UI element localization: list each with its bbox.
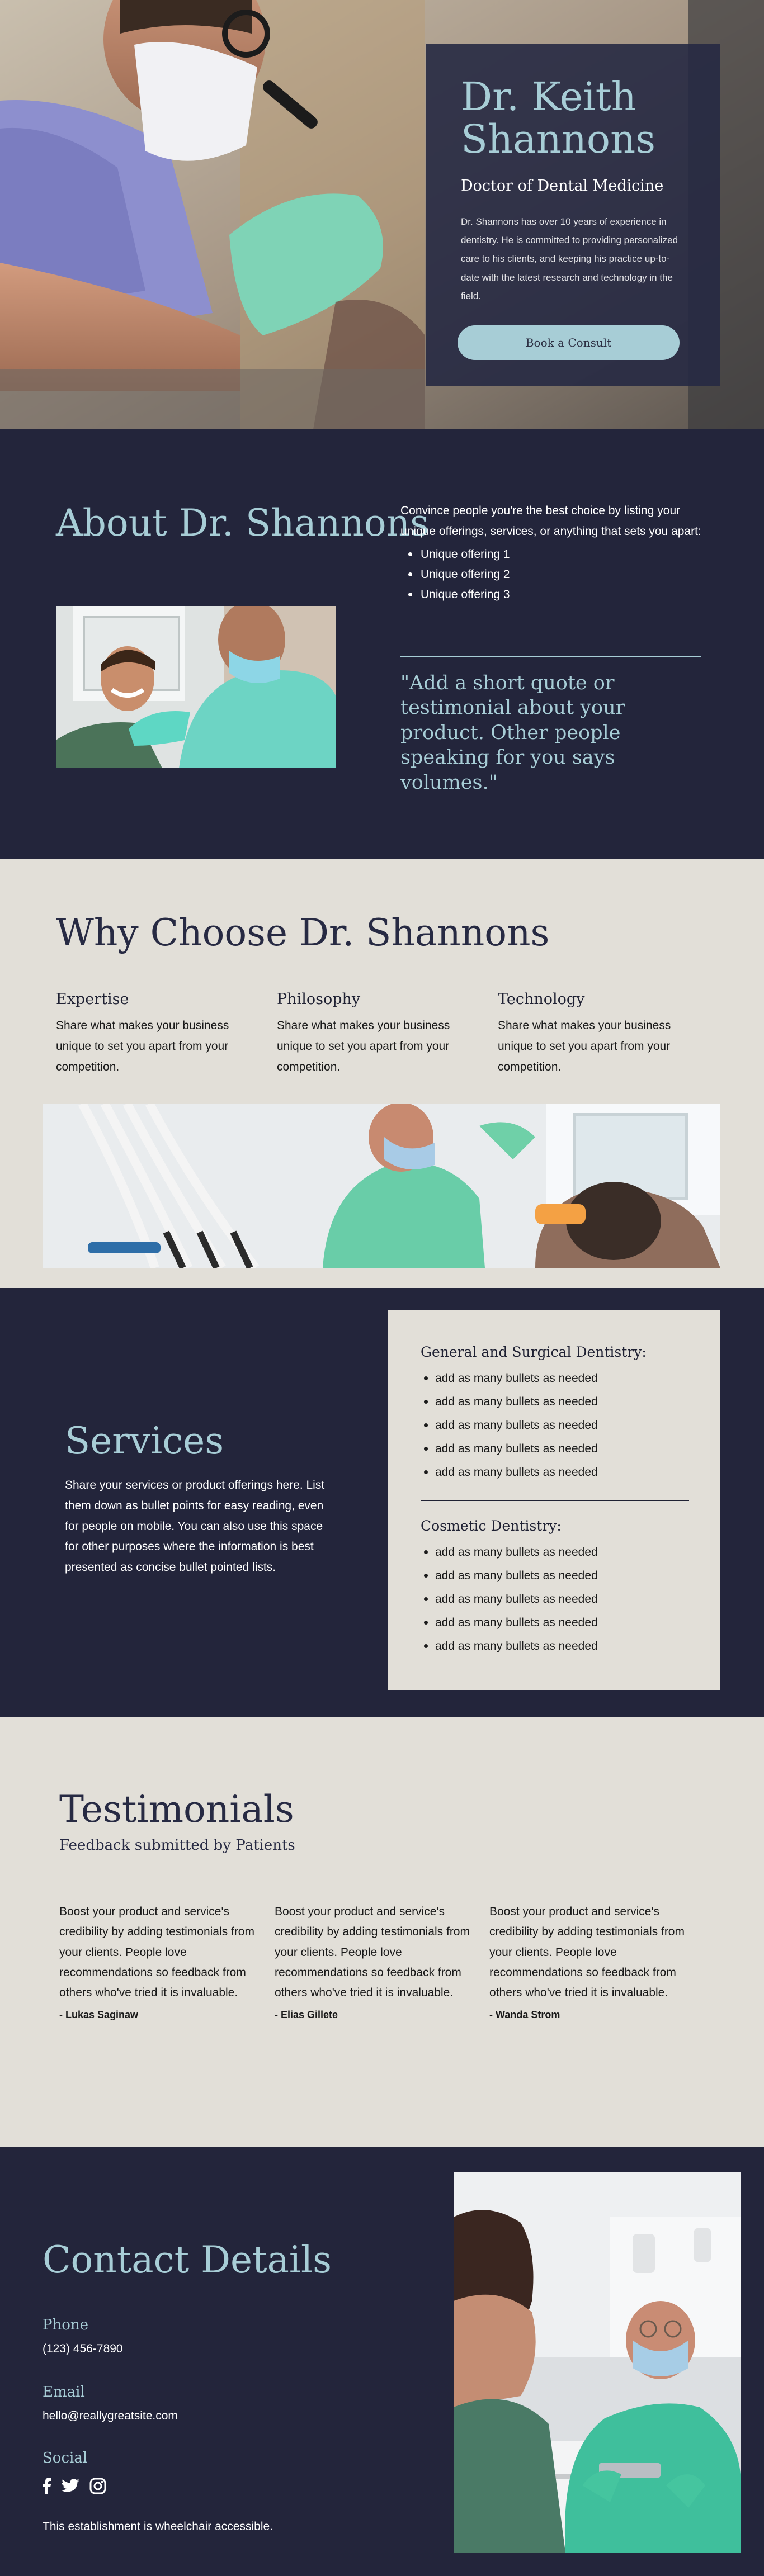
services-description: Share your services or product offerings… (65, 1479, 325, 1574)
services-group-heading: Cosmetic Dentistry: (421, 1518, 562, 1534)
services-list-cosmetic: add as many bullets as needed add as man… (421, 1541, 688, 1658)
instagram-icon[interactable] (89, 2478, 106, 2494)
testimonial-author: - Elias Gillete (275, 2009, 338, 2020)
phone-label: Phone (43, 2317, 89, 2333)
testimonial-author: - Lukas Saginaw (59, 2009, 139, 2020)
why-photo-clinic (43, 1104, 720, 1268)
contact-section: Contact Details Phone (123) 456-7890 Ema… (0, 2147, 764, 2576)
services-group-heading: General and Surgical Dentistry: (421, 1344, 647, 1360)
list-item: add as many bullets as needed (421, 1541, 688, 1564)
about-details: Convince people you're the best choice b… (400, 501, 702, 605)
list-item: add as many bullets as needed (421, 1414, 688, 1437)
why-column-technology: Technology Share what makes your busines… (498, 991, 699, 1077)
list-item: Unique offering 1 (400, 544, 702, 565)
list-item: add as many bullets as needed (421, 1635, 688, 1658)
phone-link[interactable]: (123) 456-7890 (43, 2342, 123, 2356)
testimonial-text: Boost your product and service's credibi… (489, 1905, 685, 2000)
about-quote: "Add a short quote or testimonial about … (400, 672, 625, 794)
contact-title: Contact Details (43, 2238, 332, 2281)
book-consult-button[interactable]: Book a Consult (458, 325, 680, 360)
why-heading: Technology (498, 991, 585, 1008)
doctor-name: Dr. Keith Shannons (461, 74, 656, 162)
email-link[interactable]: hello@reallygreatsite.com (43, 2409, 178, 2423)
why-text: Share what makes your business unique to… (498, 1019, 671, 1073)
services-list-general: add as many bullets as needed add as man… (421, 1367, 688, 1484)
about-intro: Convince people you're the best choice b… (400, 504, 701, 538)
testimonial-card: Boost your product and service's credibi… (59, 1902, 262, 2021)
services-divider (421, 1500, 689, 1501)
testimonial-card: Boost your product and service's credibi… (275, 1902, 477, 2021)
contact-photo-dentist (454, 2172, 741, 2553)
why-title: Why Choose Dr. Shannons (56, 911, 550, 954)
services-section: Services Share your services or product … (0, 1288, 764, 1717)
about-photo-patient (56, 606, 336, 768)
testimonials-subtitle: Feedback submitted by Patients (59, 1837, 295, 1854)
hero-description: Dr. Shannons has over 10 years of experi… (461, 216, 678, 301)
list-item: Unique offering 2 (400, 565, 702, 585)
list-item: add as many bullets as needed (421, 1461, 688, 1484)
twitter-icon[interactable] (62, 2478, 79, 2494)
list-item: add as many bullets as needed (421, 1437, 688, 1461)
about-section: About Dr. Shannons Convince people you'r… (0, 429, 764, 859)
testimonial-text: Boost your product and service's credibi… (59, 1905, 254, 2000)
about-divider (400, 656, 701, 657)
list-item: add as many bullets as needed (421, 1611, 688, 1635)
list-item: Unique offering 3 (400, 585, 702, 605)
testimonial-text: Boost your product and service's credibi… (275, 1905, 470, 2000)
social-links (43, 2478, 106, 2494)
email-label: Email (43, 2384, 85, 2400)
why-text: Share what makes your business unique to… (277, 1019, 450, 1073)
why-heading: Philosophy (277, 991, 361, 1008)
why-heading: Expertise (56, 991, 129, 1008)
doctor-title: Doctor of Dental Medicine (461, 177, 664, 195)
testimonials-title: Testimonials (59, 1788, 294, 1831)
why-text: Share what makes your business unique to… (56, 1019, 229, 1073)
testimonial-author: - Wanda Strom (489, 2009, 560, 2020)
accessibility-note: This establishment is wheelchair accessi… (43, 2520, 273, 2533)
hero-section: Dr. Keith Shannons Doctor of Dental Medi… (0, 0, 764, 429)
facebook-icon[interactable] (43, 2478, 51, 2494)
list-item: add as many bullets as needed (421, 1390, 688, 1414)
hero-intro-card: Dr. Keith Shannons Doctor of Dental Medi… (426, 44, 720, 386)
about-title: About Dr. Shannons (56, 501, 430, 544)
list-item: add as many bullets as needed (421, 1564, 688, 1588)
why-column-philosophy: Philosophy Share what makes your busines… (277, 991, 478, 1077)
testimonial-card: Boost your product and service's credibi… (489, 1902, 692, 2021)
why-column-expertise: Expertise Share what makes your business… (56, 991, 257, 1077)
services-title: Services (65, 1419, 224, 1462)
offerings-list: Unique offering 1 Unique offering 2 Uniq… (400, 544, 702, 605)
why-choose-section: Why Choose Dr. Shannons Expertise Share … (0, 859, 764, 1288)
testimonials-section: Testimonials Feedback submitted by Patie… (0, 1717, 764, 2147)
list-item: add as many bullets as needed (421, 1367, 688, 1390)
social-label: Social (43, 2450, 88, 2466)
services-card: General and Surgical Dentistry: add as m… (388, 1310, 720, 1690)
list-item: add as many bullets as needed (421, 1588, 688, 1611)
